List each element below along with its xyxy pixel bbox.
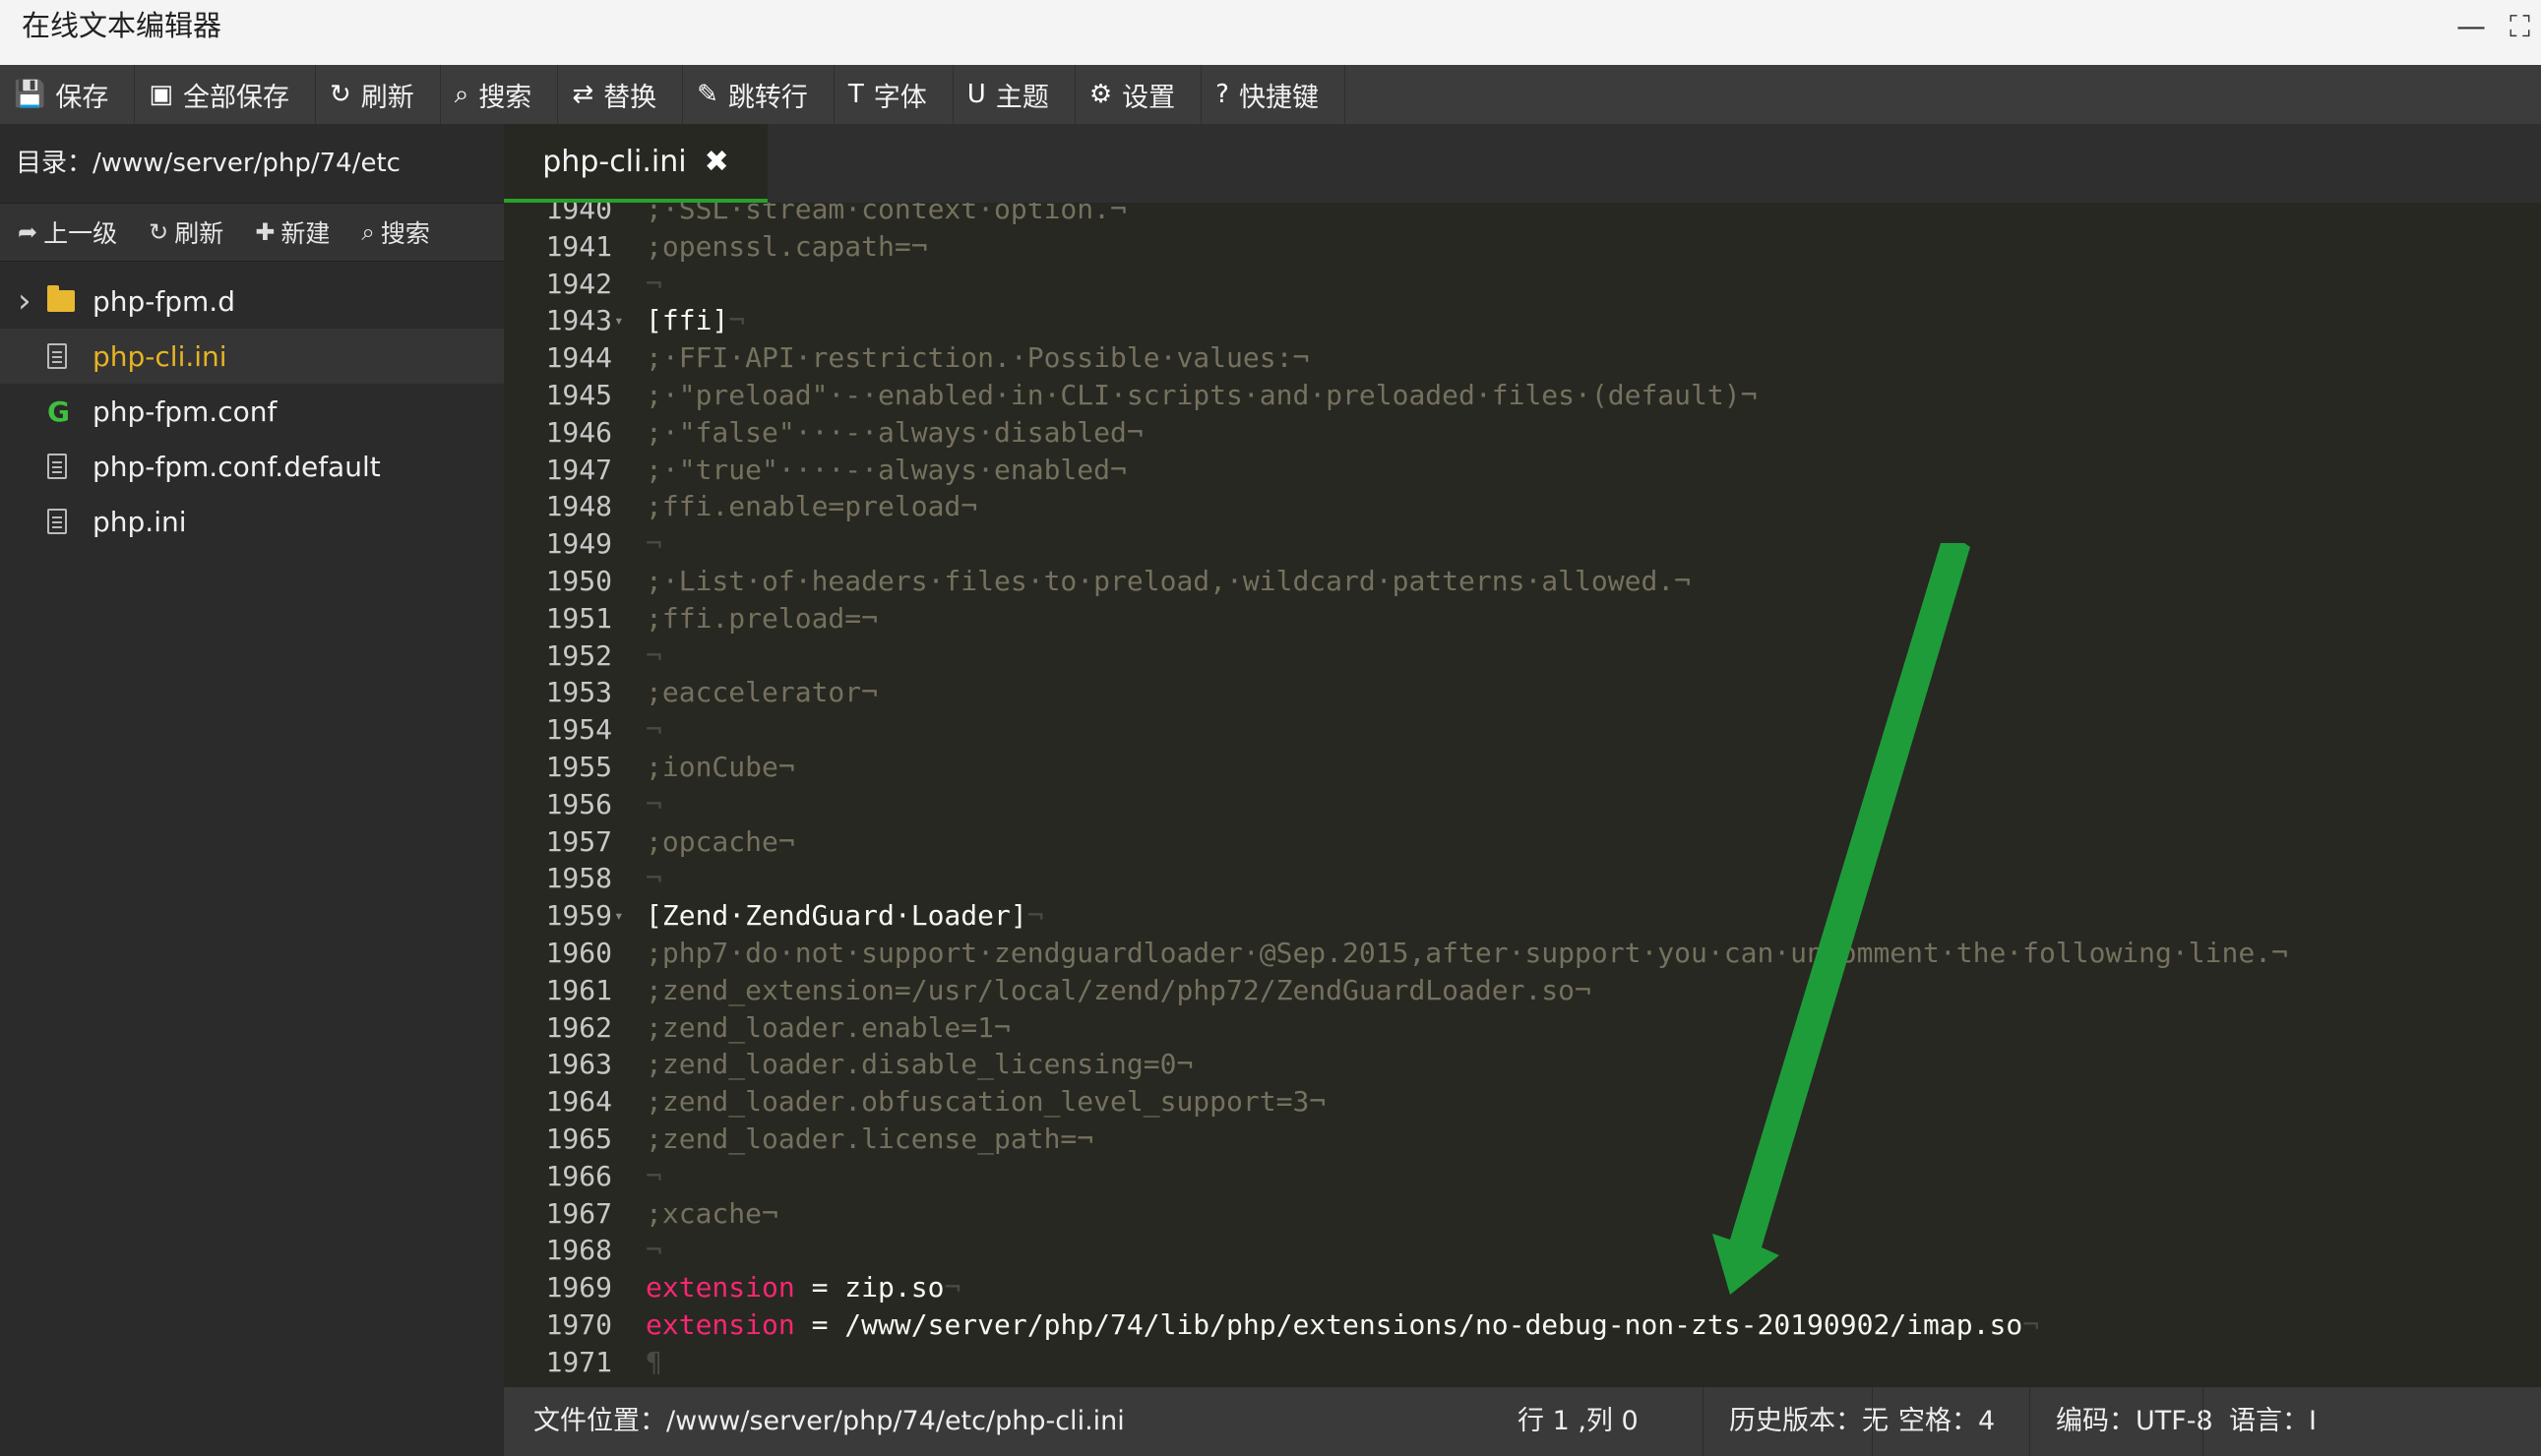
annotation-arrow: [1712, 543, 1970, 1295]
green-arrow-icon: [1712, 543, 1970, 1295]
